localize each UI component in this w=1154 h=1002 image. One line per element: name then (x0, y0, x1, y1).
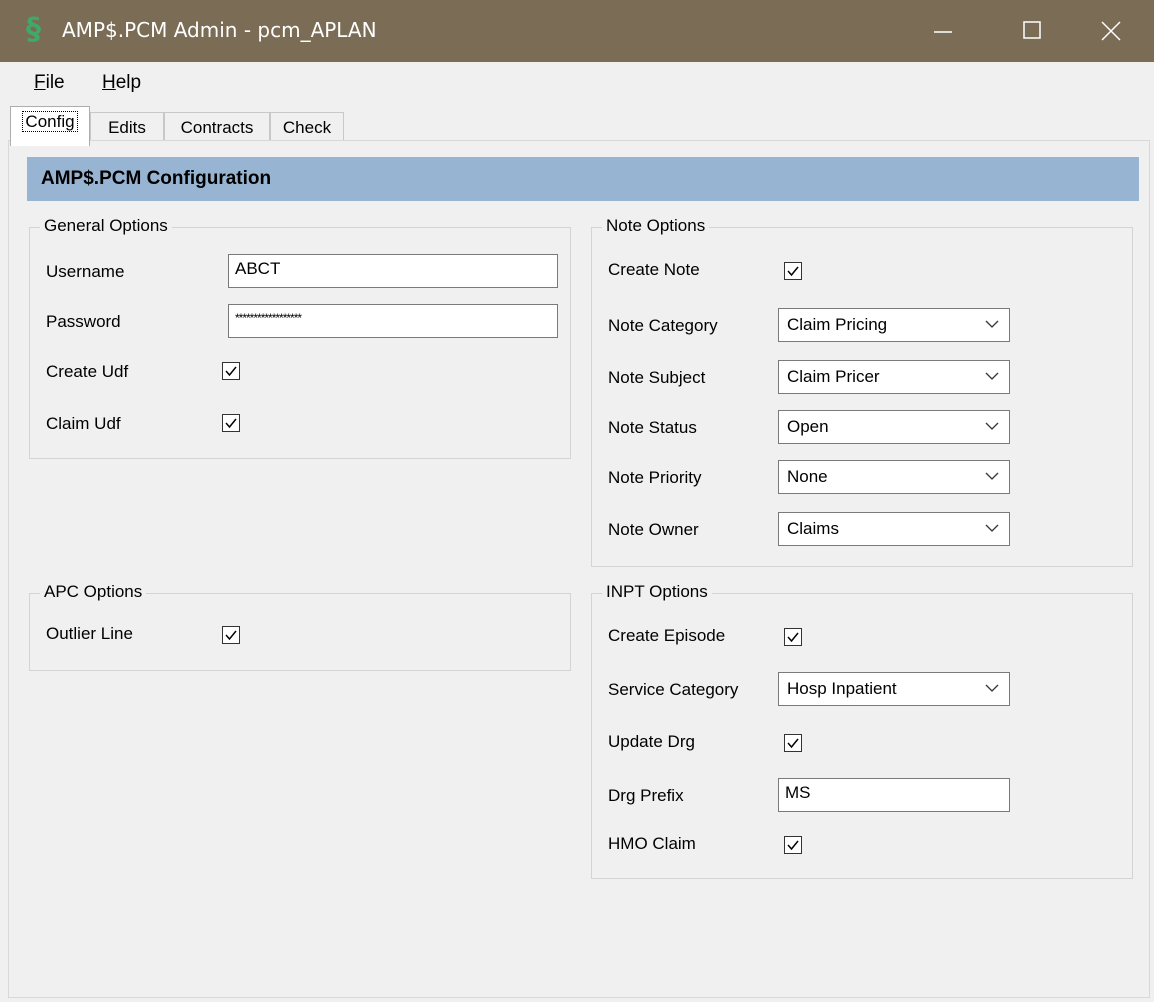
note-category-label: Note Category (608, 316, 718, 335)
tab-config[interactable]: Config (10, 106, 90, 146)
chevron-down-icon (985, 320, 999, 328)
apc-options-title: APC Options (40, 582, 147, 602)
drg-prefix-label: Drg Prefix (608, 786, 684, 805)
password-label: Password (46, 312, 121, 331)
note-priority-label: Note Priority (608, 468, 702, 487)
config-panel: AMP$.PCM Configuration General Options U… (8, 140, 1150, 998)
service-category-label: Service Category (608, 680, 739, 699)
tab-contracts-label: Contracts (180, 118, 254, 137)
hmo-claim-label: HMO Claim (608, 834, 696, 853)
window-title: AMP$.PCM Admin - pcm_APLAN (62, 18, 377, 42)
note-subject-select[interactable]: Claim Pricer (778, 360, 1010, 394)
chevron-down-icon (985, 372, 999, 380)
drg-prefix-input[interactable]: MS (778, 778, 1010, 812)
file-label: ile (45, 72, 65, 93)
config-header-title: AMP$.PCM Configuration (41, 168, 272, 189)
claim-udf-label: Claim Udf (46, 414, 121, 433)
create-udf-checkbox[interactable] (222, 362, 240, 380)
create-episode-label: Create Episode (608, 626, 726, 645)
inpt-options-group: INPT Options Create Episode Service Cate… (591, 582, 1133, 879)
create-note-checkbox[interactable] (784, 262, 802, 280)
general-options-group: General Options Username ABCT Password *… (29, 216, 571, 459)
check-icon (787, 266, 799, 277)
note-subject-value: Claim Pricer (787, 367, 880, 386)
note-status-value: Open (787, 417, 829, 436)
dollar-s-icon: § (26, 12, 41, 47)
minimize-button[interactable] (900, 0, 990, 62)
title-bar: § AMP$.PCM Admin - pcm_APLAN (0, 0, 1154, 62)
note-owner-value: Claims (787, 519, 839, 538)
outlier-line-checkbox[interactable] (222, 626, 240, 644)
chevron-down-icon (985, 524, 999, 532)
apc-options-group: APC Options Outlier Line (29, 582, 571, 671)
chevron-down-icon (985, 472, 999, 480)
note-options-group: Note Options Create Note Note Category C… (591, 216, 1133, 567)
help-mnemonic: H (102, 72, 116, 93)
create-udf-label: Create Udf (46, 362, 129, 381)
update-drg-label: Update Drg (608, 732, 695, 751)
general-options-title: General Options (40, 216, 172, 236)
check-icon (225, 630, 237, 641)
chevron-down-icon (985, 684, 999, 692)
tab-config-label: Config (22, 111, 78, 132)
note-category-value: Claim Pricing (787, 315, 888, 334)
note-owner-select[interactable]: Claims (778, 512, 1010, 546)
config-header: AMP$.PCM Configuration (27, 157, 1139, 201)
update-drg-checkbox[interactable] (784, 734, 802, 752)
menu-help[interactable]: Help (102, 72, 141, 94)
tab-edits-label: Edits (108, 118, 146, 137)
note-priority-select[interactable]: None (778, 460, 1010, 494)
tab-strip: Config Edits Contracts Check (0, 104, 1154, 146)
check-icon (225, 418, 237, 429)
note-subject-label: Note Subject (608, 368, 706, 387)
note-status-select[interactable]: Open (778, 410, 1010, 444)
file-mnemonic: F (34, 72, 46, 93)
check-icon (787, 840, 799, 851)
note-options-title: Note Options (602, 216, 710, 236)
check-icon (225, 366, 237, 377)
tab-check-label: Check (282, 118, 332, 137)
service-category-select[interactable]: Hosp Inpatient (778, 672, 1010, 706)
note-status-label: Note Status (608, 418, 697, 437)
check-icon (787, 738, 799, 749)
close-button[interactable] (1064, 0, 1154, 62)
check-icon (787, 632, 799, 643)
chevron-down-icon (985, 422, 999, 430)
username-input[interactable]: ABCT (228, 254, 558, 288)
help-label: elp (115, 72, 142, 93)
note-owner-label: Note Owner (608, 520, 699, 539)
create-episode-checkbox[interactable] (784, 628, 802, 646)
username-label: Username (46, 262, 125, 281)
menu-file[interactable]: File (34, 72, 65, 94)
note-category-select[interactable]: Claim Pricing (778, 308, 1010, 342)
note-priority-value: None (787, 467, 828, 486)
create-note-label: Create Note (608, 260, 700, 279)
hmo-claim-checkbox[interactable] (784, 836, 802, 854)
service-category-value: Hosp Inpatient (787, 679, 897, 698)
claim-udf-checkbox[interactable] (222, 414, 240, 432)
outlier-line-label: Outlier Line (46, 624, 133, 643)
minimize-icon (934, 31, 952, 33)
inpt-options-title: INPT Options (602, 582, 712, 602)
password-input[interactable]: ****************** (228, 304, 558, 338)
close-icon (1101, 21, 1121, 41)
menu-bar: File Help (0, 62, 1154, 102)
